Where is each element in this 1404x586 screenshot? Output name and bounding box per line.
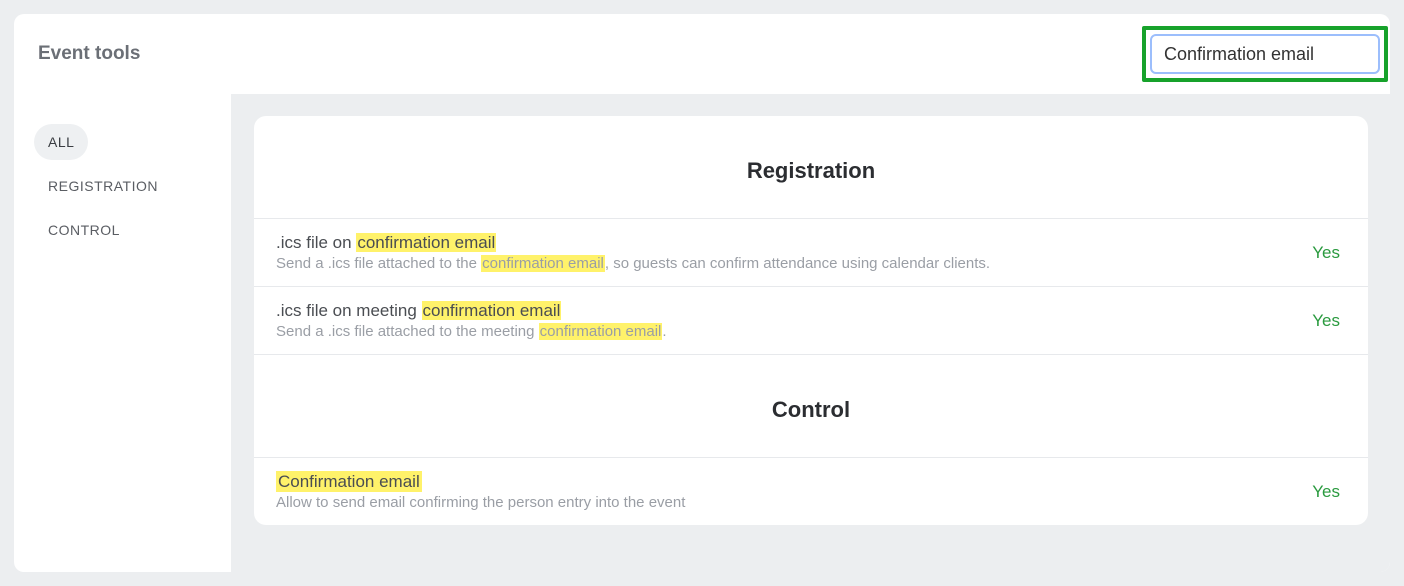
setting-title: Confirmation email [276,472,1312,492]
highlight: confirmation email [422,301,562,320]
sidebar-item-control[interactable]: CONTROL [34,212,134,248]
setting-row[interactable]: .ics file on confirmation email Send a .… [254,219,1368,287]
body: ALL REGISTRATION CONTROL Registration .i… [14,94,1390,572]
setting-row[interactable]: .ics file on meeting confirmation email … [254,287,1368,355]
app-container: Event tools ALL REGISTRATION CONTROL Reg… [14,14,1390,572]
setting-row-text: .ics file on confirmation email Send a .… [276,233,1312,272]
setting-description: Send a .ics file attached to the meeting… [276,323,1312,340]
page-title: Event tools [38,43,140,65]
setting-value: Yes [1312,482,1346,502]
search-input[interactable] [1150,34,1380,74]
sidebar: ALL REGISTRATION CONTROL [14,94,232,572]
section-heading-control: Control [254,355,1368,458]
highlight: confirmation email [481,255,605,272]
section-heading-registration: Registration [254,116,1368,219]
search-highlight-frame [1142,26,1388,82]
setting-row-text: .ics file on meeting confirmation email … [276,301,1312,340]
sidebar-item-all[interactable]: ALL [34,124,88,160]
settings-card: Registration .ics file on confirmation e… [254,116,1368,525]
setting-description: Send a .ics file attached to the confirm… [276,255,1312,272]
highlight: confirmation email [356,233,496,252]
main-panel: Registration .ics file on confirmation e… [232,94,1390,572]
highlight: confirmation email [539,323,663,340]
setting-row[interactable]: Confirmation email Allow to send email c… [254,458,1368,525]
sidebar-item-registration[interactable]: REGISTRATION [34,168,172,204]
highlight: Confirmation email [276,471,422,492]
setting-value: Yes [1312,243,1346,263]
setting-row-text: Confirmation email Allow to send email c… [276,472,1312,511]
setting-description: Allow to send email confirming the perso… [276,494,1312,511]
top-bar: Event tools [14,14,1390,94]
setting-value: Yes [1312,311,1346,331]
setting-title: .ics file on confirmation email [276,233,1312,253]
setting-title: .ics file on meeting confirmation email [276,301,1312,321]
